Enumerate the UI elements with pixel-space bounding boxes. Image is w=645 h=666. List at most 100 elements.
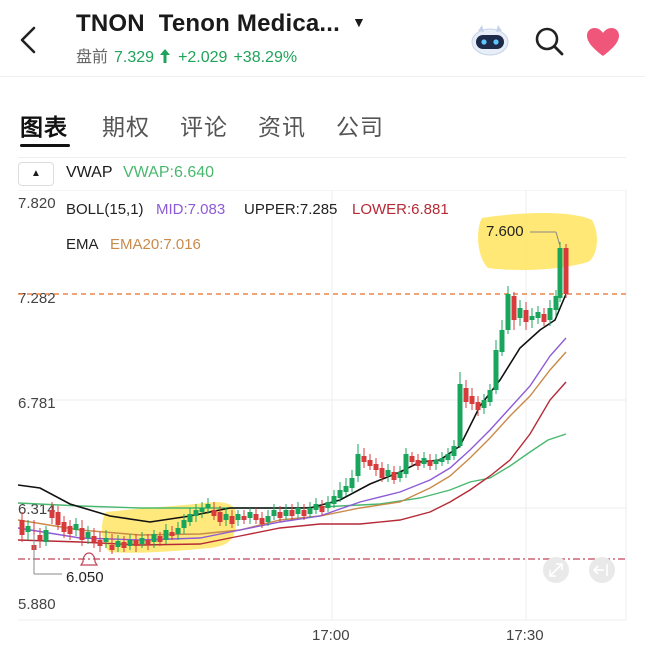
dropdown-caret-icon[interactable]: ▼ bbox=[352, 14, 366, 30]
candle-body bbox=[529, 316, 535, 320]
favorite-heart-icon[interactable] bbox=[585, 26, 621, 58]
candle-body bbox=[421, 458, 427, 464]
candle-body bbox=[121, 542, 127, 548]
candle-body bbox=[439, 458, 445, 462]
candle-body bbox=[187, 514, 193, 522]
high-price-label: 7.600 bbox=[486, 223, 524, 240]
candle-body bbox=[247, 512, 253, 518]
candle-body bbox=[145, 540, 151, 544]
highlight-region-high bbox=[478, 213, 597, 270]
price-chart[interactable]: 7.820 7.282 6.781 6.314 5.880 BOLL(15,1)… bbox=[0, 190, 645, 660]
chart-top-divider bbox=[18, 157, 626, 158]
candle-body bbox=[49, 510, 55, 518]
candle-body bbox=[541, 314, 547, 322]
candle-body bbox=[499, 330, 505, 352]
ema-label: EMA bbox=[66, 236, 99, 253]
candle-body bbox=[379, 468, 385, 478]
tab-comments[interactable]: 评论 bbox=[180, 108, 228, 142]
up-arrow-icon bbox=[160, 49, 171, 63]
ema-value: EMA20:7.016 bbox=[110, 236, 201, 253]
fullscreen-button[interactable] bbox=[543, 557, 569, 583]
candle-body bbox=[301, 510, 307, 516]
candle-body bbox=[487, 390, 493, 402]
candle-body bbox=[505, 294, 511, 330]
candle-body bbox=[373, 464, 379, 470]
collapse-toggle-button[interactable]: ▲ bbox=[18, 162, 54, 186]
candle-body bbox=[361, 456, 367, 462]
candle-body bbox=[493, 350, 499, 390]
candle-body bbox=[391, 472, 397, 480]
tab-options[interactable]: 期权 bbox=[102, 108, 150, 142]
price-change-pct: +38.29% bbox=[233, 49, 298, 66]
price-change: +2.029 bbox=[178, 49, 228, 66]
candle-body bbox=[397, 472, 403, 478]
candle-body bbox=[445, 454, 451, 460]
candle-body bbox=[415, 460, 421, 466]
x-tick-label: 17:00 bbox=[312, 627, 350, 644]
candle-body bbox=[313, 504, 319, 510]
candle-body bbox=[511, 296, 517, 320]
indicator-legend: BOLL(15,1) MID:7.083 UPPER:7.285 LOWER:6… bbox=[66, 201, 449, 253]
candle-body bbox=[85, 532, 91, 538]
candle-body bbox=[139, 538, 145, 544]
candle-body bbox=[457, 384, 463, 446]
candle-body bbox=[73, 524, 79, 530]
candle-body bbox=[517, 308, 523, 318]
candle-body bbox=[355, 454, 361, 476]
candle-body bbox=[91, 536, 97, 542]
x-tick-label: 17:30 bbox=[506, 627, 544, 644]
candle-body bbox=[259, 518, 265, 524]
candle-body bbox=[199, 508, 205, 512]
vwap-label[interactable]: VWAP bbox=[66, 164, 113, 182]
candle-body bbox=[67, 526, 73, 534]
quote-line: 盘前 7.329 +2.029 +38.29% bbox=[76, 43, 303, 67]
candle-body bbox=[265, 516, 271, 522]
candle-body bbox=[157, 536, 163, 542]
candle-body bbox=[133, 540, 139, 546]
candle-body bbox=[163, 530, 169, 540]
candle-body bbox=[547, 308, 553, 320]
candle-body bbox=[385, 470, 391, 476]
tab-news[interactable]: 资讯 bbox=[258, 108, 306, 142]
candle-body bbox=[349, 478, 355, 488]
robot-assistant-icon[interactable] bbox=[468, 22, 512, 58]
candle-body bbox=[409, 456, 415, 462]
candle-body bbox=[253, 514, 259, 520]
candle-body bbox=[553, 296, 559, 310]
candle-body bbox=[337, 490, 343, 498]
candle-body bbox=[463, 388, 469, 402]
stock-title[interactable]: TNON Tenon Medica... ▼ bbox=[76, 10, 366, 38]
header-divider bbox=[0, 76, 645, 77]
back-arrow-icon[interactable] bbox=[14, 22, 44, 58]
boll-mid-value: MID:7.083 bbox=[156, 201, 225, 218]
search-icon[interactable] bbox=[532, 24, 566, 58]
session-label: 盘前 bbox=[76, 49, 109, 66]
candle-body bbox=[271, 510, 277, 516]
candle-body bbox=[241, 516, 247, 520]
exit-chart-button[interactable] bbox=[589, 557, 615, 583]
candle-body bbox=[535, 312, 541, 318]
candle-body bbox=[61, 522, 67, 532]
tab-chart[interactable]: 图表 bbox=[20, 108, 68, 142]
candle-body bbox=[109, 545, 115, 550]
candle-body bbox=[127, 540, 133, 546]
candle-body bbox=[181, 520, 187, 528]
candle-body bbox=[175, 528, 181, 534]
candle-body bbox=[475, 402, 481, 410]
candle-body bbox=[469, 396, 475, 404]
candle-body bbox=[37, 535, 43, 540]
y-tick-label: 7.282 bbox=[18, 290, 56, 307]
active-tab-indicator bbox=[20, 144, 70, 147]
candle-body bbox=[433, 460, 439, 464]
last-price: 7.329 bbox=[114, 49, 155, 66]
tab-company[interactable]: 公司 bbox=[336, 108, 384, 142]
candle-body bbox=[235, 514, 241, 520]
candle-body bbox=[307, 508, 313, 514]
low-price-label: 6.050 bbox=[66, 569, 104, 586]
top-bar: TNON Tenon Medica... ▼ 盘前 7.329 +2.029 +38.29… bbox=[0, 0, 645, 78]
candle-body bbox=[115, 541, 121, 547]
y-tick-label: 5.880 bbox=[18, 596, 56, 613]
candle-body bbox=[277, 512, 283, 518]
chart-header: ▲ VWAP VWAP:6.640 bbox=[18, 162, 626, 186]
candle-body bbox=[19, 520, 25, 535]
